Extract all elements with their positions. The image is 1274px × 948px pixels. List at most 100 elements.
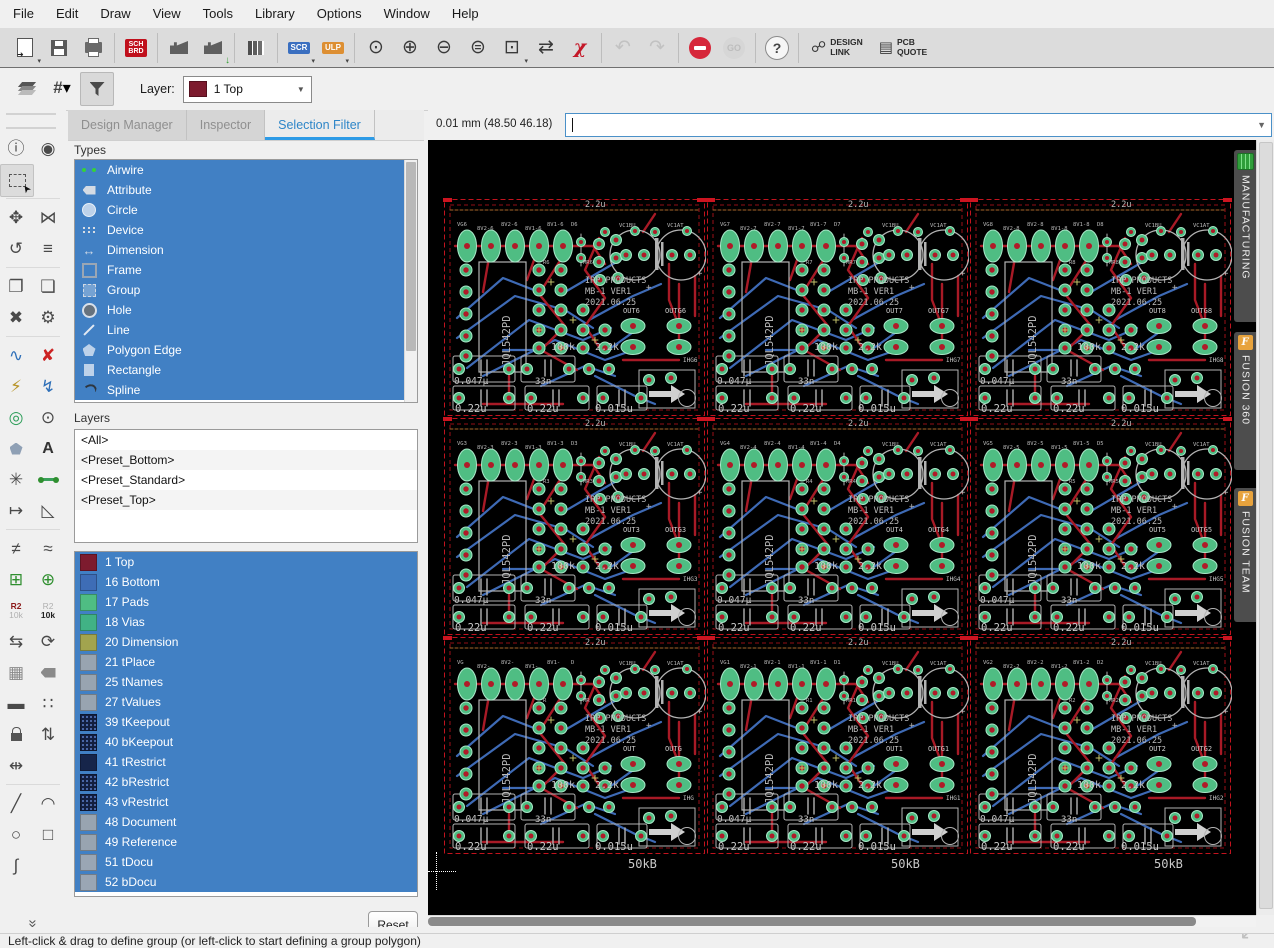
menu-draw[interactable]: Draw: [89, 0, 141, 28]
delete-tool[interactable]: ✖: [0, 302, 32, 333]
rotate-tool[interactable]: ↺: [0, 233, 32, 264]
menu-options[interactable]: Options: [306, 0, 373, 28]
preset-item[interactable]: <Preset_Standard>: [75, 470, 417, 490]
preset-item[interactable]: <Preset_Top>: [75, 490, 417, 510]
layer-dropdown[interactable]: 1 Top ▼: [183, 76, 312, 103]
preset-item[interactable]: <All>: [75, 430, 417, 450]
menu-help[interactable]: Help: [441, 0, 490, 28]
mirror-tool[interactable]: ⋈: [32, 202, 64, 233]
type-item-dimension[interactable]: ↔Dimension: [75, 240, 417, 260]
layer-item-52[interactable]: 52 bDocu: [75, 872, 417, 892]
add-part-tool[interactable]: ⊞: [0, 564, 32, 595]
pinswap-tool[interactable]: ⇆: [0, 626, 32, 657]
show-tool[interactable]: ◉: [32, 133, 64, 164]
collapse-arrow-icon[interactable]: ↙: [1239, 933, 1256, 940]
smash-tool[interactable]: ∷: [32, 688, 64, 719]
layer-item-27[interactable]: 27 tValues: [75, 692, 417, 712]
menu-view[interactable]: View: [142, 0, 192, 28]
layer-item-20[interactable]: 20 Dimension: [75, 632, 417, 652]
spline-tool[interactable]: ∫: [0, 850, 32, 881]
wire-tool[interactable]: [32, 464, 64, 495]
ratsnest-tool[interactable]: ≠: [0, 533, 32, 564]
signal-tool[interactable]: ✳: [0, 464, 32, 495]
layer-item-40[interactable]: 40 bKeepout: [75, 732, 417, 752]
menu-window[interactable]: Window: [373, 0, 441, 28]
type-item-circle[interactable]: Circle: [75, 200, 417, 220]
layer-item-1[interactable]: 1 Top: [75, 552, 417, 572]
circle-tool[interactable]: ○: [0, 819, 32, 850]
quick-route-tool[interactable]: ⚡: [0, 371, 32, 402]
miter-tool[interactable]: ◺: [32, 495, 64, 526]
name-tool[interactable]: R210k: [0, 595, 32, 626]
dimension-tool[interactable]: ↦: [0, 495, 32, 526]
tab-selection-filter[interactable]: Selection Filter: [265, 110, 375, 140]
layer-item-43[interactable]: 43 vRestrict: [75, 792, 417, 812]
cam-processor-button[interactable]: [162, 31, 196, 65]
stop-button[interactable]: [683, 31, 717, 65]
type-item-line[interactable]: Line: [75, 320, 417, 340]
layer-item-16[interactable]: 16 Bottom: [75, 572, 417, 592]
attribute-tool[interactable]: [32, 657, 64, 688]
meander-tool[interactable]: ≈: [32, 533, 64, 564]
group-select-tool[interactable]: [0, 164, 34, 197]
rect-tool[interactable]: □: [32, 819, 64, 850]
layer-item-42[interactable]: 42 bRestrict: [75, 772, 417, 792]
zoom-select-button[interactable]: ⊜: [461, 31, 495, 65]
footprint-tool[interactable]: ▦: [0, 657, 32, 688]
side-tab-fusion-team[interactable]: FFUSION TEAM: [1234, 488, 1256, 622]
tab-inspector[interactable]: Inspector: [187, 110, 265, 140]
palette-handle[interactable]: [6, 113, 56, 129]
command-input[interactable]: [573, 118, 1257, 132]
design-link-button[interactable]: ☍DESIGNLINK: [803, 38, 871, 58]
run-ulp-button[interactable]: ULP▾: [316, 31, 350, 65]
save-button[interactable]: [42, 31, 76, 65]
tab-design-manager[interactable]: Design Manager: [68, 110, 187, 140]
change-tool[interactable]: ⚙: [32, 302, 64, 333]
more-tools-icon[interactable]: »: [25, 919, 42, 927]
undo-button[interactable]: ↶: [606, 31, 640, 65]
menu-edit[interactable]: Edit: [45, 0, 89, 28]
swap-layers-tool[interactable]: ⇅: [32, 719, 64, 750]
pcb-quote-button[interactable]: ▤PCBQUOTE: [871, 38, 935, 58]
board-canvas[interactable]: VG68V2-68V2-68V1-68V1-6D6VC1BUVC1AT++2.2…: [428, 140, 1256, 915]
open-file-button[interactable]: ▾: [8, 31, 42, 65]
library-manager-button[interactable]: [239, 31, 273, 65]
vertical-scrollbar[interactable]: [1256, 140, 1274, 915]
layer-item-41[interactable]: 41 tRestrict: [75, 752, 417, 772]
type-item-spline[interactable]: Spline: [75, 380, 417, 400]
side-tab-manufacturing[interactable]: MANUFACTURING: [1234, 150, 1256, 322]
selection-filter-button[interactable]: [80, 72, 114, 106]
gap-tool[interactable]: ⇹: [0, 750, 32, 781]
command-dropdown-icon[interactable]: ▼: [1257, 120, 1271, 130]
layer-settings-button[interactable]: [12, 72, 44, 104]
zoom-out-button[interactable]: ⊖: [427, 31, 461, 65]
run-script-button[interactable]: SCR▾: [282, 31, 316, 65]
type-item-hole[interactable]: Hole: [75, 300, 417, 320]
zoom-redraw-button[interactable]: ⊡▾: [495, 31, 529, 65]
layer-item-51[interactable]: 51 tDocu: [75, 852, 417, 872]
side-tab-fusion-360[interactable]: FFUSION 360: [1234, 332, 1256, 470]
text-tool[interactable]: A: [32, 433, 64, 464]
print-button[interactable]: [76, 31, 110, 65]
type-item-group[interactable]: Group: [75, 280, 417, 300]
hole-tool[interactable]: ⊙: [32, 402, 64, 433]
unroute-tool[interactable]: ↯: [32, 371, 64, 402]
type-item-airwire[interactable]: Airwire: [75, 160, 417, 180]
grid-settings-button[interactable]: #▾: [46, 72, 78, 104]
align-tool[interactable]: ≡: [32, 233, 64, 264]
add-device-tool[interactable]: ⊕: [32, 564, 64, 595]
schematic-board-toggle-button[interactable]: SCHBRD: [119, 31, 153, 65]
ripup-tool[interactable]: ✘: [32, 340, 64, 371]
arc-tool[interactable]: ◠: [32, 788, 64, 819]
layer-item-18[interactable]: 18 Vias: [75, 612, 417, 632]
refresh-button[interactable]: ⇄: [529, 31, 563, 65]
zoom-in-button[interactable]: ⊕: [393, 31, 427, 65]
help-button[interactable]: ?: [760, 31, 794, 65]
route-tool[interactable]: ∿: [0, 340, 32, 371]
lock-tool[interactable]: [0, 719, 32, 750]
go-button[interactable]: GO: [717, 31, 751, 65]
paste-tool[interactable]: ❏: [32, 271, 64, 302]
value-tool[interactable]: R210k: [32, 595, 64, 626]
info-tool[interactable]: ⓘ: [0, 133, 32, 164]
replace-tool[interactable]: ⟳: [32, 626, 64, 657]
